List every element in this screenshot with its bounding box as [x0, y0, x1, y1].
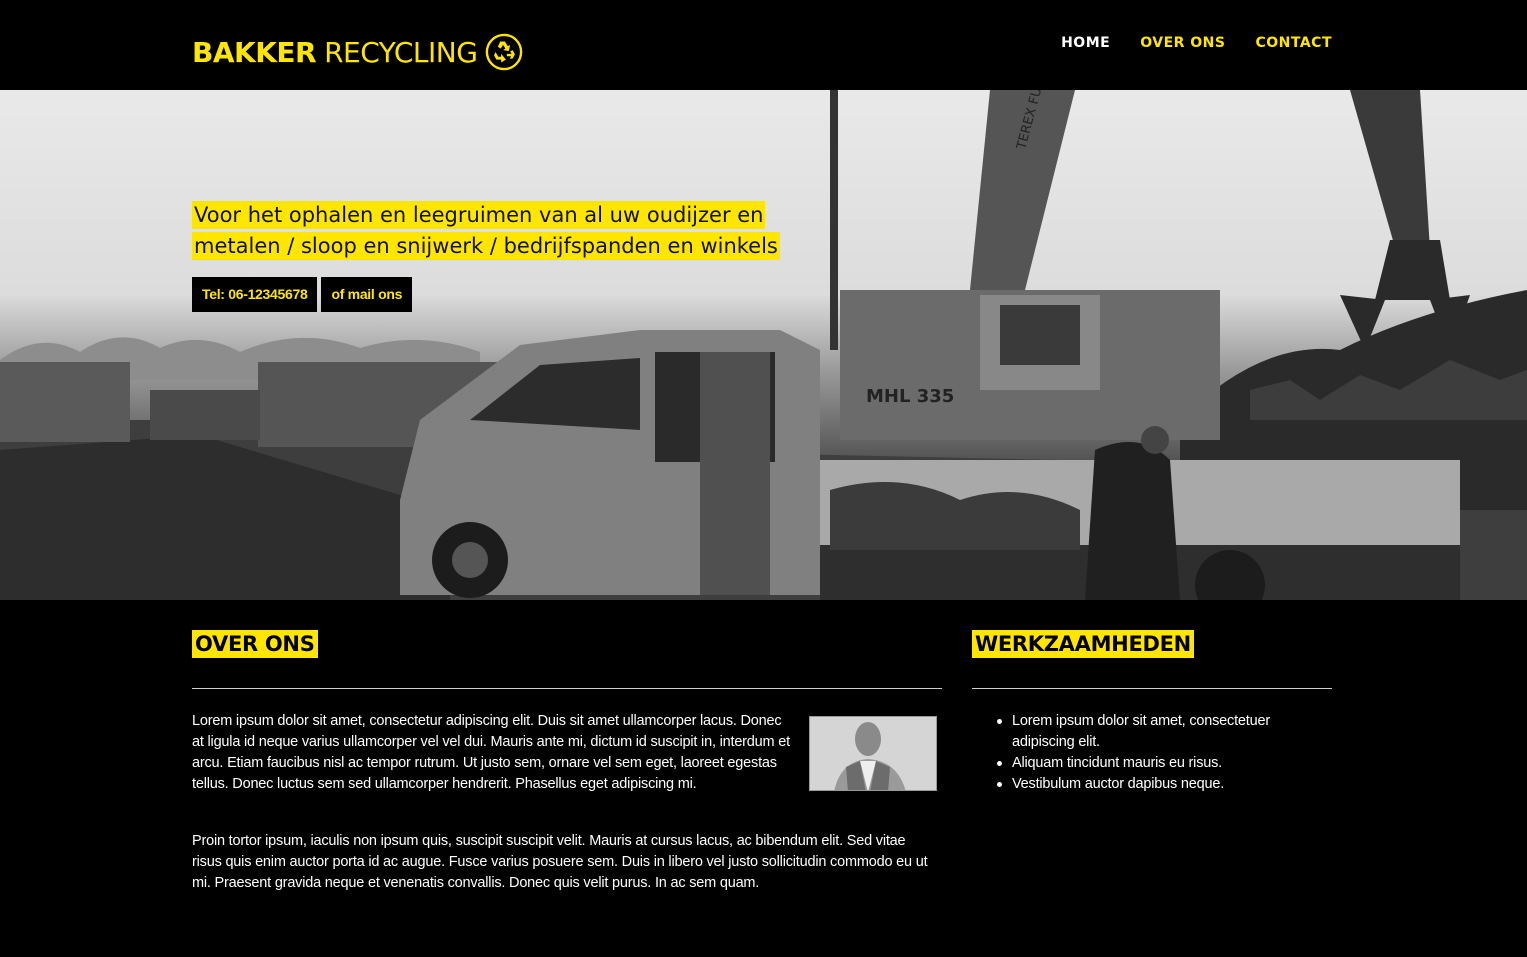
- site-header: BAKKER RECYCLING HOME OVER ONS CONTACT: [0, 0, 1527, 90]
- logo-text-bold: BAKKER: [192, 35, 317, 69]
- nav-contact[interactable]: CONTACT: [1255, 35, 1332, 51]
- nav-home[interactable]: HOME: [1061, 35, 1110, 51]
- portrait-image: [809, 716, 937, 791]
- hero-banner: MHL 335 TEREX FUCHS Voor het ophalen en …: [0, 90, 1527, 600]
- logo[interactable]: BAKKER RECYCLING: [192, 32, 523, 72]
- about-title: OVER ONS: [192, 630, 318, 658]
- svg-text:MHL 335: MHL 335: [866, 386, 954, 407]
- about-paragraph-2: Proin tortor ipsum, iaculis non ipsum qu…: [192, 833, 928, 891]
- phone-button[interactable]: Tel: 06-12345678: [192, 277, 318, 312]
- work-divider: [972, 688, 1332, 689]
- nav-over-ons[interactable]: OVER ONS: [1140, 35, 1225, 51]
- about-paragraph-1: Lorem ipsum dolor sit amet, consectetur …: [192, 713, 790, 792]
- work-list: Lorem ipsum dolor sit amet, consectetuer…: [972, 711, 1312, 795]
- hero-tagline-line2: metalen / sloop en snijwerk / bedrijfspa…: [192, 232, 780, 260]
- recycle-icon: [486, 33, 523, 71]
- list-item: Aliquam tincidunt mauris eu risus.: [972, 753, 1312, 774]
- hero-tagline-line1: Voor het ophalen en leegruimen van al uw…: [192, 201, 766, 229]
- about-section: OVER ONS Lorem ipsum dolor sit amet, con…: [192, 630, 942, 891]
- mail-button[interactable]: of mail ons: [321, 277, 413, 312]
- main-nav: HOME OVER ONS CONTACT: [1061, 35, 1332, 51]
- logo-text-light: RECYCLING: [324, 35, 478, 69]
- hero-photo: MHL 335 TEREX FUCHS: [0, 90, 1527, 600]
- hero-cta-row: Tel: 06-12345678 of mail ons: [192, 277, 413, 312]
- list-item: Vestibulum auctor dapibus neque.: [972, 774, 1312, 795]
- work-title: WERKZAAMHEDEN: [972, 630, 1194, 658]
- work-section: WERKZAAMHEDEN Lorem ipsum dolor sit amet…: [972, 630, 1332, 792]
- hero-tagline: Voor het ophalen en leegruimen van al uw…: [192, 200, 780, 262]
- about-divider: [192, 688, 942, 689]
- list-item: Lorem ipsum dolor sit amet, consectetuer…: [972, 711, 1312, 753]
- person-silhouette-icon: [810, 717, 936, 790]
